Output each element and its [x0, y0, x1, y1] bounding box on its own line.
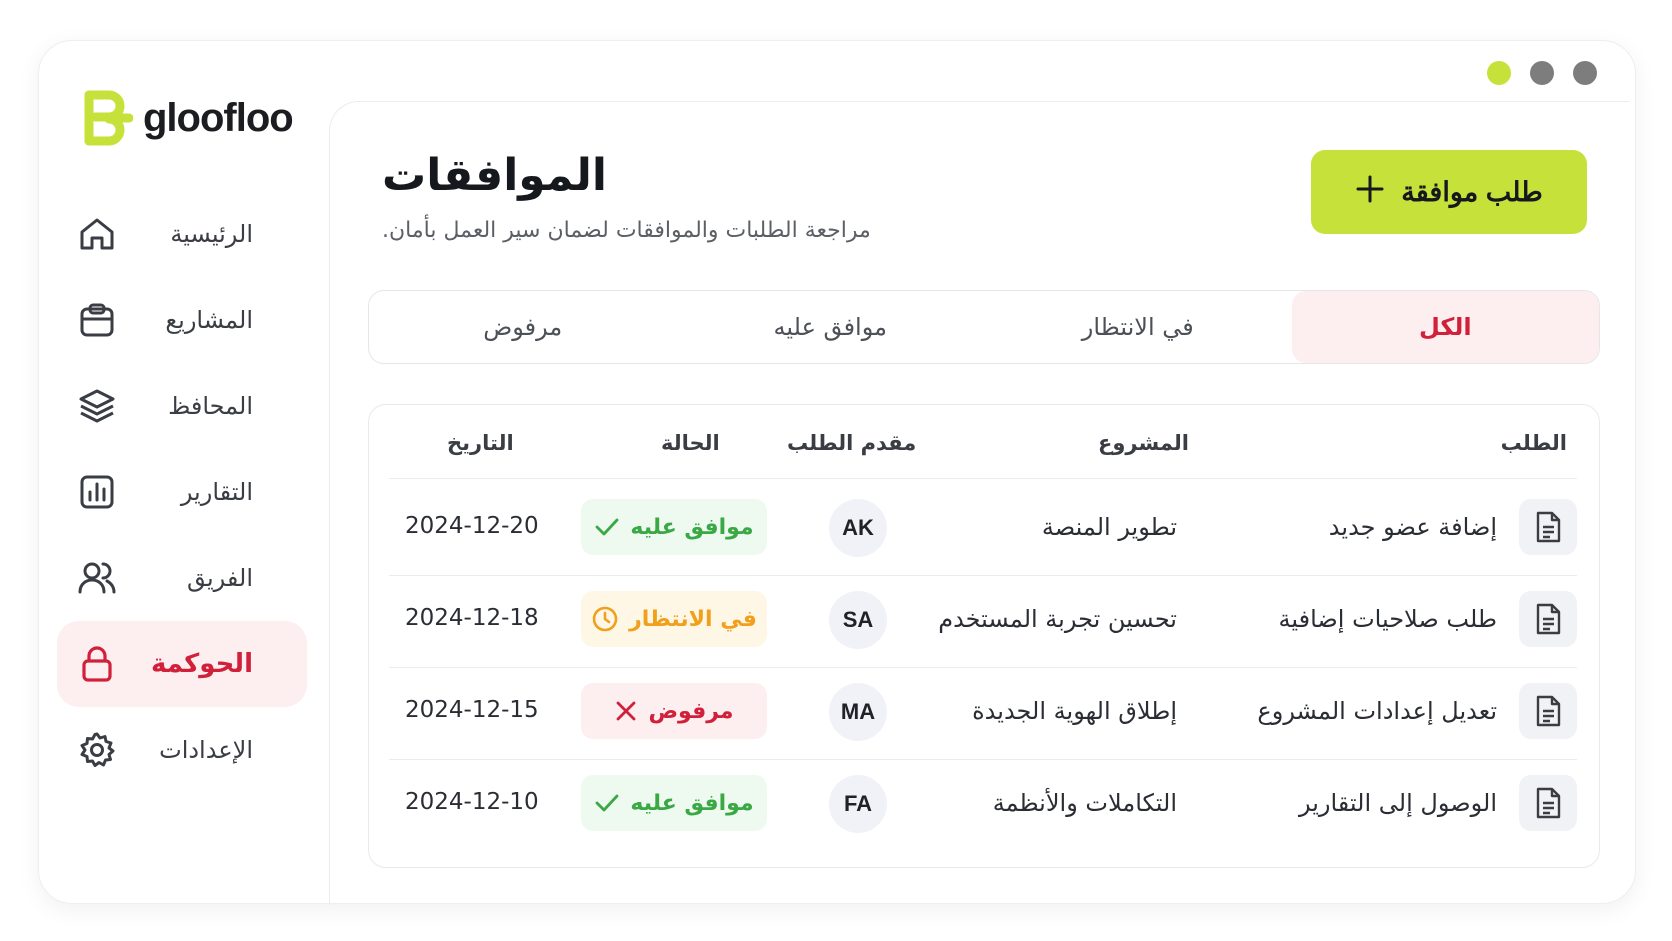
brand-name: gloofloo [143, 95, 294, 140]
status-badge: موافق عليه [581, 499, 767, 555]
lock-icon [77, 644, 117, 684]
document-icon [1519, 683, 1577, 739]
avatar: FA [829, 775, 887, 833]
tab-rejected[interactable]: مرفوض [369, 291, 677, 363]
request-name: الوصول إلى التقارير [1298, 789, 1497, 817]
column-header-date[interactable]: التاريخ [447, 431, 514, 455]
document-icon [1519, 499, 1577, 555]
sidebar-item-team[interactable]: الفريق [57, 535, 307, 621]
bar-chart-icon [77, 472, 117, 512]
sidebar-item-label: التقارير [180, 478, 253, 506]
status-badge: موافق عليه [581, 775, 767, 831]
document-icon [1519, 591, 1577, 647]
window-dot-gray[interactable] [1573, 61, 1597, 85]
status-badge: مرفوض [581, 683, 767, 739]
request-date: 2024-12-15 [405, 697, 539, 723]
document-icon [1519, 775, 1577, 831]
sidebar-item-governance[interactable]: الحوكمة [57, 621, 307, 707]
project-name: إطلاق الهوية الجديدة [972, 697, 1177, 725]
request-name: طلب صلاحيات إضافية [1278, 605, 1498, 633]
clipboard-icon [77, 300, 117, 340]
plus-icon [1355, 173, 1385, 211]
tab-approved[interactable]: موافق عليه [677, 291, 985, 363]
sidebar-item-reports[interactable]: التقارير [57, 449, 307, 535]
table-row[interactable]: طلب صلاحيات إضافية تحسين تجربة المستخدم … [389, 571, 1577, 668]
brand-logo[interactable]: gloofloo [81, 89, 294, 147]
request-approval-label: طلب موافقة [1401, 176, 1543, 207]
clock-icon [591, 605, 619, 633]
avatar: SA [829, 591, 887, 649]
main-panel: الموافقات مراجعة الطلبات والموافقات لضما… [329, 101, 1629, 905]
request-date: 2024-12-20 [405, 513, 539, 539]
status-badge: في الانتظار [581, 591, 767, 647]
sidebar-item-label: الرئيسية [170, 220, 253, 248]
sidebar-item-portfolios[interactable]: المحافظ [57, 363, 307, 449]
column-header-status[interactable]: الحالة [661, 431, 720, 455]
request-date: 2024-12-18 [405, 605, 539, 631]
sidebar-item-label: الإعدادات [159, 736, 253, 764]
status-tabs: الكل في الانتظار موافق عليه مرفوض [368, 290, 1600, 364]
avatar: MA [829, 683, 887, 741]
sidebar-item-label: المحافظ [168, 392, 253, 420]
gear-icon [77, 730, 117, 770]
column-header-project[interactable]: المشروع [1098, 431, 1189, 455]
table-row[interactable]: إضافة عضو جديد تطوير المنصة AK موافق علي… [389, 479, 1577, 576]
app-window: gloofloo الرئيسية المشاريع المحافظ التقا… [38, 40, 1636, 905]
x-icon [614, 699, 638, 723]
status-label: موافق عليه [630, 790, 754, 816]
sidebar: الرئيسية المشاريع المحافظ التقارير الفري… [57, 191, 307, 793]
window-dot-gray[interactable] [1530, 61, 1554, 85]
approvals-table: الطلب المشروع مقدم الطلب الحالة التاريخ … [368, 404, 1600, 868]
layers-icon [77, 386, 117, 426]
sidebar-item-home[interactable]: الرئيسية [57, 191, 307, 277]
window-dot-green[interactable] [1487, 61, 1511, 85]
table-row[interactable]: تعديل إعدادات المشروع إطلاق الهوية الجدي… [389, 663, 1577, 760]
request-name: تعديل إعدادات المشروع [1257, 697, 1497, 725]
sidebar-item-label: الفريق [186, 564, 253, 592]
table-row[interactable]: الوصول إلى التقارير التكاملات والأنظمة F… [389, 755, 1577, 852]
window-controls [1487, 61, 1597, 85]
logo-mark-icon [81, 89, 133, 147]
project-name: تطوير المنصة [1041, 513, 1177, 541]
request-date: 2024-12-10 [405, 789, 539, 815]
page-title: الموافقات [382, 150, 607, 201]
status-label: في الانتظار [629, 606, 757, 632]
tab-all[interactable]: الكل [1291, 291, 1599, 363]
sidebar-item-label: المشاريع [165, 306, 253, 334]
request-name: إضافة عضو جديد [1328, 513, 1497, 541]
sidebar-item-label: الحوكمة [150, 649, 253, 679]
check-icon [594, 514, 620, 540]
tab-pending[interactable]: في الانتظار [984, 291, 1292, 363]
column-header-request[interactable]: الطلب [1501, 431, 1567, 455]
sidebar-item-settings[interactable]: الإعدادات [57, 707, 307, 793]
home-icon [77, 214, 117, 254]
page-subtitle: مراجعة الطلبات والموافقات لضمان سير العم… [382, 218, 871, 243]
request-approval-button[interactable]: طلب موافقة [1311, 150, 1587, 234]
avatar: AK [829, 499, 887, 557]
status-label: موافق عليه [630, 514, 754, 540]
project-name: تحسين تجربة المستخدم [938, 605, 1177, 633]
column-header-requester[interactable]: مقدم الطلب [787, 431, 916, 455]
table-header: الطلب المشروع مقدم الطلب الحالة التاريخ [389, 405, 1577, 479]
sidebar-item-projects[interactable]: المشاريع [57, 277, 307, 363]
project-name: التكاملات والأنظمة [992, 789, 1177, 817]
status-label: مرفوض [648, 698, 734, 724]
check-icon [594, 790, 620, 816]
users-icon [77, 558, 117, 598]
